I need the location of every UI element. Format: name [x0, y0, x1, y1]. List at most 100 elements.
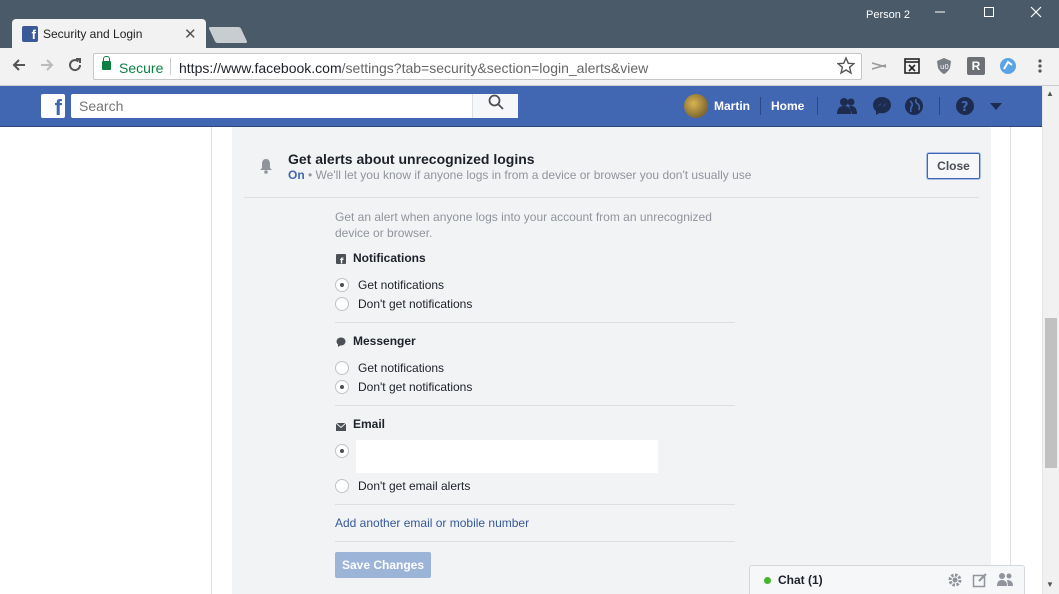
minimize-icon[interactable]	[925, 4, 955, 21]
save-changes-button[interactable]: Save Changes	[335, 552, 431, 578]
chat-settings-gear-icon[interactable]	[947, 572, 963, 588]
section-description: Get an alert when anyone logs into your …	[335, 210, 712, 240]
avatar[interactable]	[684, 94, 708, 118]
create-group-icon[interactable]	[996, 572, 1013, 588]
right-column-border	[1010, 127, 1011, 594]
svg-text:?: ?	[961, 100, 969, 115]
close-button[interactable]: Close	[927, 153, 980, 179]
chat-label[interactable]: Chat (1)	[778, 573, 823, 587]
section-title: Get alerts about unrecognized logins	[288, 151, 535, 167]
friend-requests-icon[interactable]	[836, 95, 858, 117]
facebook-favicon-icon: f	[22, 26, 38, 42]
group-divider	[335, 322, 735, 323]
messenger-icon[interactable]	[871, 95, 893, 117]
ublock-shield-icon[interactable]: u0	[935, 57, 953, 75]
browser-tab[interactable]: f Security and Login ✕	[12, 19, 206, 49]
notifications-get-option[interactable]: Get notifications	[335, 277, 444, 293]
bell-icon	[258, 158, 274, 177]
notifications-globe-icon[interactable]	[903, 95, 925, 117]
add-email-or-mobile-link[interactable]: Add another email or mobile number	[335, 516, 529, 530]
maximize-icon[interactable]	[974, 4, 1004, 21]
home-link[interactable]: Home	[771, 99, 804, 113]
status-description: • We'll let you know if anyone logs in f…	[304, 168, 752, 182]
profile-link[interactable]: Martin	[714, 99, 750, 113]
svg-text:u0: u0	[940, 63, 949, 71]
facebook-logo-icon[interactable]: f	[41, 94, 65, 118]
settings-page: Get alerts about unrecognized logins On …	[0, 127, 1042, 594]
back-arrow-icon[interactable]	[9, 56, 29, 79]
radio-unchecked[interactable]	[335, 479, 349, 493]
radio-checked[interactable]	[335, 278, 349, 292]
facebook-square-icon: f	[336, 253, 346, 267]
tab-close-icon[interactable]: ✕	[184, 25, 197, 43]
notifications-group-title: Notifications	[353, 251, 426, 265]
chat-bar[interactable]: Chat (1)	[749, 565, 1025, 594]
new-tab-button[interactable]	[208, 27, 248, 43]
section-status: On • We'll let you know if anyone logs i…	[288, 168, 751, 182]
facebook-search	[71, 94, 518, 118]
browser-toolbar: Secure https://www.facebook.com/settings…	[0, 48, 1059, 86]
scroll-down-arrow-icon[interactable]: ▼	[1046, 580, 1054, 589]
email-address-option[interactable]	[335, 443, 358, 459]
notifications-dont-get-option[interactable]: Don't get notifications	[335, 296, 472, 312]
lock-icon	[102, 56, 111, 70]
help-icon[interactable]: ?	[954, 95, 976, 117]
redacted-email-box	[356, 440, 658, 473]
group-divider	[335, 504, 735, 505]
online-status-icon	[764, 577, 771, 584]
option-label: Don't get notifications	[358, 297, 473, 311]
window-extension-icon[interactable]	[903, 57, 921, 75]
email-group-title: Email	[353, 417, 386, 431]
radio-unchecked[interactable]	[335, 361, 349, 375]
new-message-icon[interactable]	[972, 572, 988, 588]
header-divider	[939, 97, 940, 115]
facebook-header: f Martin Home ?	[0, 86, 1042, 127]
r-extension-icon[interactable]: R	[967, 57, 985, 75]
search-input[interactable]	[71, 94, 471, 118]
secure-label: Secure	[119, 60, 164, 76]
forward-arrow-icon[interactable]	[37, 56, 57, 79]
scissors-extension-icon[interactable]	[870, 57, 888, 75]
option-label: Don't get notifications	[358, 380, 473, 394]
option-label: Get notifications	[358, 361, 445, 375]
scroll-up-arrow-icon[interactable]: ▲	[1046, 89, 1054, 98]
email-dont-get-option[interactable]: Don't get email alerts	[335, 478, 470, 494]
radio-unchecked[interactable]	[335, 297, 349, 311]
reload-icon[interactable]	[65, 56, 85, 79]
status-on-badge: On	[288, 168, 305, 182]
page-scrollbar[interactable]: ▲ ▼	[1042, 86, 1059, 594]
account-dropdown-icon[interactable]	[985, 95, 1007, 117]
left-column-border	[211, 127, 212, 594]
group-divider	[335, 405, 735, 406]
svg-text:f: f	[340, 257, 344, 265]
group-divider	[335, 541, 735, 542]
url-path: /settings?tab=security&section=login_ale…	[341, 60, 649, 76]
window-close-icon[interactable]	[1021, 4, 1051, 21]
profile-name[interactable]: Person 2	[866, 9, 910, 21]
messenger-get-option[interactable]: Get notifications	[335, 360, 444, 376]
omnibox-separator	[170, 58, 171, 75]
url-host: https://www.facebook.com	[179, 60, 342, 76]
address-bar[interactable]: Secure https://www.facebook.com/settings…	[93, 53, 862, 80]
bookmark-star-icon[interactable]	[836, 56, 856, 81]
login-alerts-panel: Get alerts about unrecognized logins On …	[232, 127, 991, 594]
tab-title: Security and Login	[43, 27, 143, 41]
search-icon	[488, 94, 504, 110]
envelope-icon	[335, 420, 347, 434]
search-button[interactable]	[472, 94, 518, 118]
url-text[interactable]: https://www.facebook.com/settings?tab=se…	[179, 60, 648, 76]
blue-extension-icon[interactable]	[999, 57, 1017, 75]
messenger-group-title: Messenger	[353, 334, 416, 348]
header-divider	[760, 97, 761, 115]
header-divider-line	[244, 197, 979, 198]
browser-menu-icon[interactable]	[1031, 57, 1049, 75]
option-label: Get notifications	[358, 278, 445, 292]
scroll-thumb[interactable]	[1045, 318, 1057, 468]
radio-checked[interactable]	[335, 380, 349, 394]
browser-titlebar: f Security and Login ✕ Person 2	[0, 0, 1059, 49]
messenger-dont-get-option[interactable]: Don't get notifications	[335, 379, 472, 395]
header-divider	[817, 97, 818, 115]
messenger-bubble-icon	[336, 336, 346, 350]
radio-checked[interactable]	[335, 444, 349, 458]
option-label: Don't get email alerts	[358, 479, 471, 493]
